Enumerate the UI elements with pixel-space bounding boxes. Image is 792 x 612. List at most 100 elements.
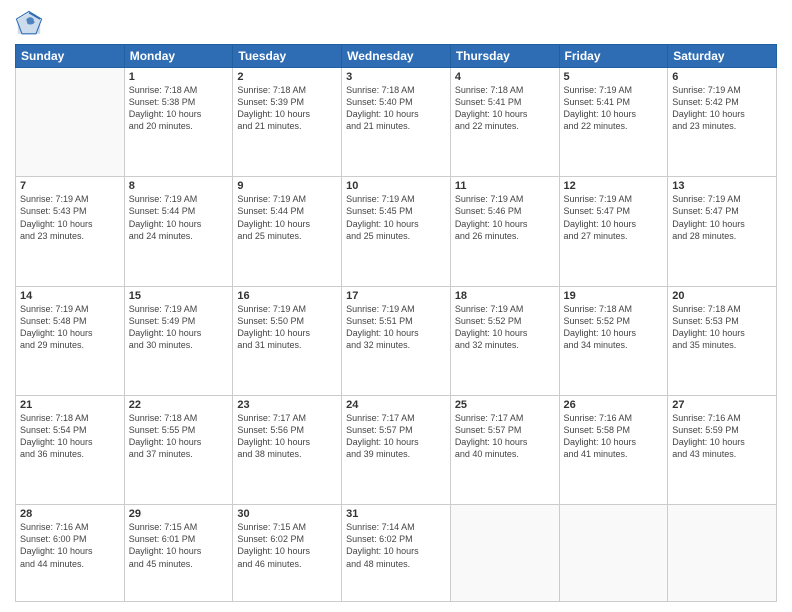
- day-info: Sunrise: 7:19 AM Sunset: 5:51 PM Dayligh…: [346, 303, 446, 352]
- day-number: 26: [564, 399, 664, 411]
- day-info: Sunrise: 7:18 AM Sunset: 5:55 PM Dayligh…: [129, 412, 229, 461]
- day-info: Sunrise: 7:18 AM Sunset: 5:54 PM Dayligh…: [20, 412, 120, 461]
- calendar-cell: [668, 505, 777, 602]
- calendar-cell: 30Sunrise: 7:15 AM Sunset: 6:02 PM Dayli…: [233, 505, 342, 602]
- calendar-cell: [559, 505, 668, 602]
- calendar-cell: 2Sunrise: 7:18 AM Sunset: 5:39 PM Daylig…: [233, 68, 342, 177]
- calendar-cell: 13Sunrise: 7:19 AM Sunset: 5:47 PM Dayli…: [668, 177, 777, 286]
- calendar-cell: 26Sunrise: 7:16 AM Sunset: 5:58 PM Dayli…: [559, 395, 668, 504]
- day-info: Sunrise: 7:19 AM Sunset: 5:45 PM Dayligh…: [346, 193, 446, 242]
- day-number: 17: [346, 290, 446, 302]
- day-number: 3: [346, 71, 446, 83]
- calendar-cell: 11Sunrise: 7:19 AM Sunset: 5:46 PM Dayli…: [450, 177, 559, 286]
- day-info: Sunrise: 7:19 AM Sunset: 5:44 PM Dayligh…: [237, 193, 337, 242]
- day-number: 28: [20, 508, 120, 520]
- day-info: Sunrise: 7:19 AM Sunset: 5:52 PM Dayligh…: [455, 303, 555, 352]
- day-info: Sunrise: 7:17 AM Sunset: 5:56 PM Dayligh…: [237, 412, 337, 461]
- day-number: 9: [237, 180, 337, 192]
- calendar-cell: 7Sunrise: 7:19 AM Sunset: 5:43 PM Daylig…: [16, 177, 125, 286]
- calendar-cell: 8Sunrise: 7:19 AM Sunset: 5:44 PM Daylig…: [124, 177, 233, 286]
- calendar-cell: 20Sunrise: 7:18 AM Sunset: 5:53 PM Dayli…: [668, 286, 777, 395]
- week-row-2: 7Sunrise: 7:19 AM Sunset: 5:43 PM Daylig…: [16, 177, 777, 286]
- day-info: Sunrise: 7:19 AM Sunset: 5:48 PM Dayligh…: [20, 303, 120, 352]
- header-day-tuesday: Tuesday: [233, 45, 342, 68]
- calendar-cell: 22Sunrise: 7:18 AM Sunset: 5:55 PM Dayli…: [124, 395, 233, 504]
- calendar-cell: 27Sunrise: 7:16 AM Sunset: 5:59 PM Dayli…: [668, 395, 777, 504]
- calendar-table: SundayMondayTuesdayWednesdayThursdayFrid…: [15, 44, 777, 602]
- calendar-cell: 16Sunrise: 7:19 AM Sunset: 5:50 PM Dayli…: [233, 286, 342, 395]
- day-number: 5: [564, 71, 664, 83]
- day-number: 13: [672, 180, 772, 192]
- calendar-cell: 28Sunrise: 7:16 AM Sunset: 6:00 PM Dayli…: [16, 505, 125, 602]
- header-day-sunday: Sunday: [16, 45, 125, 68]
- calendar-cell: 29Sunrise: 7:15 AM Sunset: 6:01 PM Dayli…: [124, 505, 233, 602]
- day-number: 20: [672, 290, 772, 302]
- day-info: Sunrise: 7:18 AM Sunset: 5:41 PM Dayligh…: [455, 84, 555, 133]
- calendar-cell: 12Sunrise: 7:19 AM Sunset: 5:47 PM Dayli…: [559, 177, 668, 286]
- day-number: 24: [346, 399, 446, 411]
- day-info: Sunrise: 7:19 AM Sunset: 5:46 PM Dayligh…: [455, 193, 555, 242]
- day-info: Sunrise: 7:19 AM Sunset: 5:47 PM Dayligh…: [564, 193, 664, 242]
- day-info: Sunrise: 7:19 AM Sunset: 5:44 PM Dayligh…: [129, 193, 229, 242]
- logo: [15, 10, 47, 38]
- calendar-cell: 31Sunrise: 7:14 AM Sunset: 6:02 PM Dayli…: [342, 505, 451, 602]
- calendar-header-row: SundayMondayTuesdayWednesdayThursdayFrid…: [16, 45, 777, 68]
- calendar-cell: [16, 68, 125, 177]
- day-info: Sunrise: 7:18 AM Sunset: 5:53 PM Dayligh…: [672, 303, 772, 352]
- day-info: Sunrise: 7:16 AM Sunset: 5:59 PM Dayligh…: [672, 412, 772, 461]
- header-day-monday: Monday: [124, 45, 233, 68]
- page: SundayMondayTuesdayWednesdayThursdayFrid…: [0, 0, 792, 612]
- day-number: 4: [455, 71, 555, 83]
- day-number: 8: [129, 180, 229, 192]
- day-number: 10: [346, 180, 446, 192]
- calendar-cell: 19Sunrise: 7:18 AM Sunset: 5:52 PM Dayli…: [559, 286, 668, 395]
- day-info: Sunrise: 7:19 AM Sunset: 5:50 PM Dayligh…: [237, 303, 337, 352]
- day-number: 31: [346, 508, 446, 520]
- calendar-cell: 21Sunrise: 7:18 AM Sunset: 5:54 PM Dayli…: [16, 395, 125, 504]
- day-number: 27: [672, 399, 772, 411]
- day-info: Sunrise: 7:19 AM Sunset: 5:43 PM Dayligh…: [20, 193, 120, 242]
- day-info: Sunrise: 7:18 AM Sunset: 5:52 PM Dayligh…: [564, 303, 664, 352]
- day-info: Sunrise: 7:17 AM Sunset: 5:57 PM Dayligh…: [455, 412, 555, 461]
- day-number: 15: [129, 290, 229, 302]
- day-number: 11: [455, 180, 555, 192]
- day-number: 7: [20, 180, 120, 192]
- header-day-wednesday: Wednesday: [342, 45, 451, 68]
- calendar-cell: 6Sunrise: 7:19 AM Sunset: 5:42 PM Daylig…: [668, 68, 777, 177]
- day-number: 30: [237, 508, 337, 520]
- day-number: 6: [672, 71, 772, 83]
- day-info: Sunrise: 7:19 AM Sunset: 5:41 PM Dayligh…: [564, 84, 664, 133]
- day-info: Sunrise: 7:16 AM Sunset: 5:58 PM Dayligh…: [564, 412, 664, 461]
- calendar-cell: 15Sunrise: 7:19 AM Sunset: 5:49 PM Dayli…: [124, 286, 233, 395]
- day-number: 16: [237, 290, 337, 302]
- day-number: 23: [237, 399, 337, 411]
- day-number: 12: [564, 180, 664, 192]
- calendar-cell: 25Sunrise: 7:17 AM Sunset: 5:57 PM Dayli…: [450, 395, 559, 504]
- calendar-cell: 18Sunrise: 7:19 AM Sunset: 5:52 PM Dayli…: [450, 286, 559, 395]
- day-number: 2: [237, 71, 337, 83]
- week-row-4: 21Sunrise: 7:18 AM Sunset: 5:54 PM Dayli…: [16, 395, 777, 504]
- week-row-5: 28Sunrise: 7:16 AM Sunset: 6:00 PM Dayli…: [16, 505, 777, 602]
- day-info: Sunrise: 7:15 AM Sunset: 6:02 PM Dayligh…: [237, 521, 337, 570]
- calendar-cell: [450, 505, 559, 602]
- calendar-cell: 4Sunrise: 7:18 AM Sunset: 5:41 PM Daylig…: [450, 68, 559, 177]
- calendar-cell: 3Sunrise: 7:18 AM Sunset: 5:40 PM Daylig…: [342, 68, 451, 177]
- day-number: 29: [129, 508, 229, 520]
- header-day-thursday: Thursday: [450, 45, 559, 68]
- day-info: Sunrise: 7:15 AM Sunset: 6:01 PM Dayligh…: [129, 521, 229, 570]
- day-number: 21: [20, 399, 120, 411]
- day-number: 22: [129, 399, 229, 411]
- calendar-cell: 23Sunrise: 7:17 AM Sunset: 5:56 PM Dayli…: [233, 395, 342, 504]
- day-number: 14: [20, 290, 120, 302]
- day-info: Sunrise: 7:19 AM Sunset: 5:47 PM Dayligh…: [672, 193, 772, 242]
- calendar-cell: 24Sunrise: 7:17 AM Sunset: 5:57 PM Dayli…: [342, 395, 451, 504]
- day-info: Sunrise: 7:18 AM Sunset: 5:40 PM Dayligh…: [346, 84, 446, 133]
- day-info: Sunrise: 7:14 AM Sunset: 6:02 PM Dayligh…: [346, 521, 446, 570]
- day-info: Sunrise: 7:19 AM Sunset: 5:49 PM Dayligh…: [129, 303, 229, 352]
- calendar-cell: 10Sunrise: 7:19 AM Sunset: 5:45 PM Dayli…: [342, 177, 451, 286]
- day-number: 19: [564, 290, 664, 302]
- day-number: 1: [129, 71, 229, 83]
- day-number: 25: [455, 399, 555, 411]
- week-row-1: 1Sunrise: 7:18 AM Sunset: 5:38 PM Daylig…: [16, 68, 777, 177]
- header: [15, 10, 777, 38]
